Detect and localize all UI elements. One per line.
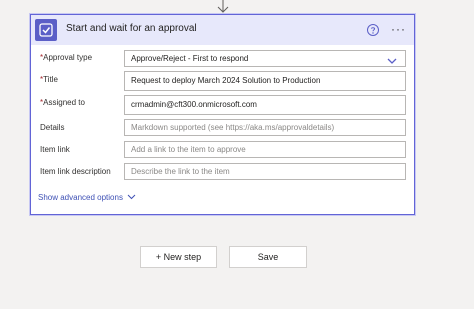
item-link-field[interactable]: Add a link to the item to approve bbox=[124, 141, 406, 158]
item-link-description-field[interactable]: Describe the link to the item bbox=[124, 163, 406, 180]
title-field[interactable]: Request to deploy March 2024 Solution to… bbox=[124, 71, 406, 91]
approval-action-card: Start and wait for an approval ··· *Appr… bbox=[30, 14, 415, 215]
assigned-to-label: *Assigned to bbox=[40, 98, 85, 107]
details-label: Details bbox=[40, 123, 65, 132]
card-header[interactable]: Start and wait for an approval ··· bbox=[31, 15, 414, 45]
approval-icon bbox=[35, 19, 57, 41]
more-options-icon[interactable]: ··· bbox=[391, 21, 409, 37]
approval-type-dropdown[interactable]: Approve/Reject - First to respond bbox=[124, 50, 406, 67]
assigned-to-field[interactable]: crmadmin@cft300.onmicrosoft.com bbox=[124, 95, 406, 115]
new-step-button[interactable]: + New step bbox=[140, 246, 217, 268]
show-advanced-options-link[interactable]: Show advanced options bbox=[38, 193, 136, 202]
help-icon[interactable] bbox=[366, 23, 380, 37]
item-link-label: Item link bbox=[40, 145, 70, 154]
title-label: *Title bbox=[40, 75, 58, 84]
down-arrow-icon bbox=[215, 0, 231, 14]
save-button[interactable]: Save bbox=[229, 246, 307, 268]
chevron-down-icon bbox=[387, 55, 397, 64]
details-field[interactable]: Markdown supported (see https://aka.ms/a… bbox=[124, 119, 406, 136]
approval-type-label: *Approval type bbox=[40, 53, 93, 62]
chevron-down-icon bbox=[127, 193, 136, 202]
approval-type-value: Approve/Reject - First to respond bbox=[131, 54, 249, 63]
item-link-description-label: Item link description bbox=[40, 167, 111, 176]
card-title: Start and wait for an approval bbox=[66, 23, 197, 34]
